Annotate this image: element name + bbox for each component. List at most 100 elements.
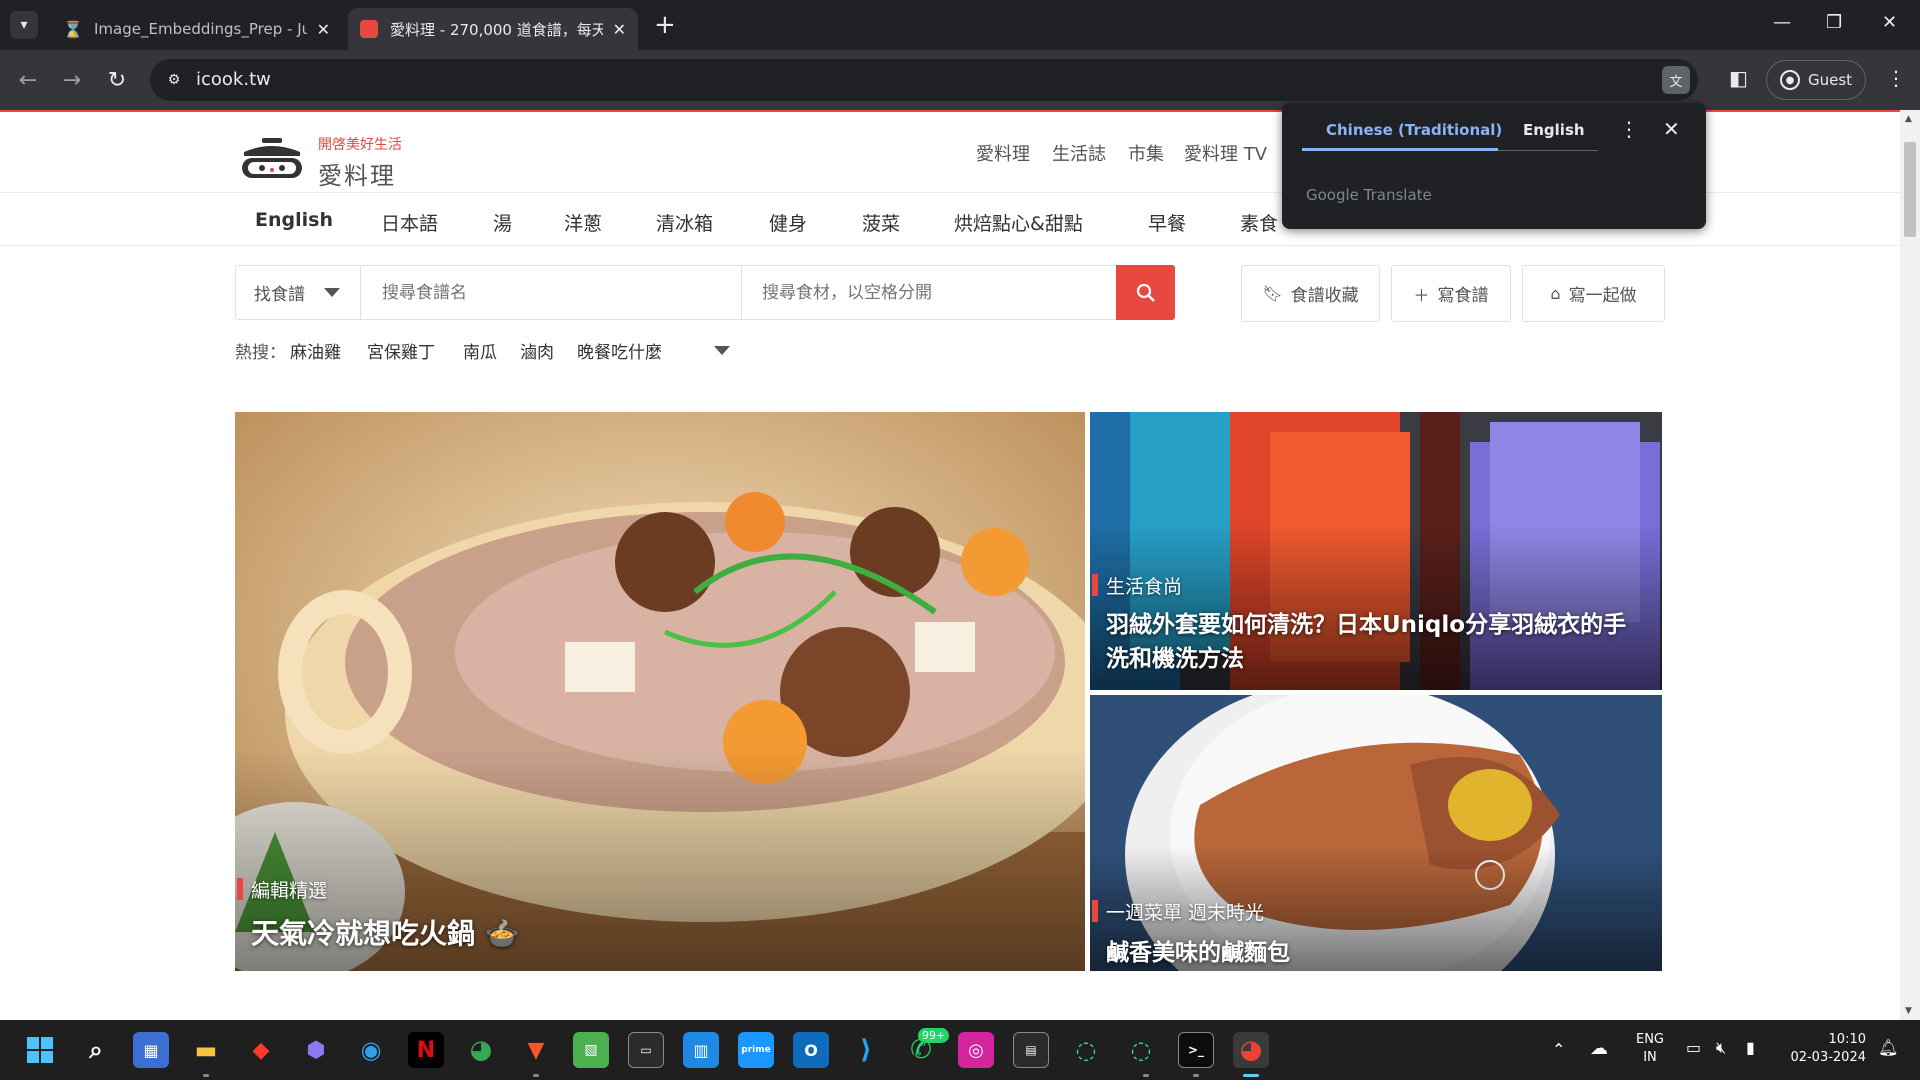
- category-soup[interactable]: 湯: [493, 209, 512, 236]
- file-explorer-icon[interactable]: ▬: [188, 1032, 224, 1068]
- category-spinach[interactable]: 菠菜: [862, 209, 900, 236]
- source-language-tab[interactable]: Chinese (Traditional): [1326, 121, 1502, 139]
- vscode-icon[interactable]: ⟩: [848, 1032, 884, 1068]
- chrome-active-icon[interactable]: ◕: [1233, 1032, 1269, 1068]
- category-vegetarian[interactable]: 素食: [1240, 209, 1278, 236]
- url-text[interactable]: icook.tw: [196, 69, 271, 90]
- calendar-icon[interactable]: ▥: [683, 1032, 719, 1068]
- search-icon[interactable]: ⌕: [78, 1032, 114, 1068]
- tab-divider: [1498, 150, 1598, 151]
- tab-jupyter[interactable]: ⌛ Image_Embeddings_Prep - Jupy ✕: [52, 8, 342, 50]
- feature-category: 編輯精選: [236, 876, 327, 903]
- back-button[interactable]: ←: [12, 64, 44, 96]
- restore-button[interactable]: ❐: [1826, 12, 1842, 33]
- side-panel-icon[interactable]: ◧: [1729, 66, 1748, 90]
- page-scrollbar[interactable]: ▲ ▼: [1900, 110, 1920, 1020]
- running-indicator: [533, 1074, 539, 1077]
- volume-muted-icon[interactable]: 🔇︎: [1716, 1038, 1726, 1058]
- instagram-icon[interactable]: ◎: [958, 1032, 994, 1068]
- chevron-up-icon[interactable]: ⌃: [1552, 1040, 1565, 1059]
- window-icon[interactable]: ▤: [1013, 1032, 1049, 1068]
- new-tab-button[interactable]: +: [654, 12, 676, 38]
- address-bar[interactable]: ⚙ icook.tw 文: [150, 59, 1698, 101]
- loading-app-icon-2[interactable]: ◌: [1123, 1032, 1159, 1068]
- recipe-search-input[interactable]: [362, 266, 742, 319]
- command-prompt-icon[interactable]: >_: [1178, 1032, 1214, 1068]
- reload-button[interactable]: ↻: [101, 64, 133, 96]
- forward-button[interactable]: →: [56, 64, 88, 96]
- outlook-icon[interactable]: O: [793, 1032, 829, 1068]
- topnav-tv[interactable]: 愛料理 TV: [1184, 140, 1267, 166]
- clock[interactable]: 10:10 02-03-2024: [1786, 1031, 1866, 1067]
- translate-icon[interactable]: 文: [1662, 66, 1690, 94]
- topnav-market[interactable]: 市集: [1128, 140, 1164, 166]
- category-breakfast[interactable]: 早餐: [1148, 209, 1186, 236]
- site-logo[interactable]: 開啓美好生活 愛料理: [240, 128, 420, 190]
- brave-icon[interactable]: ▼: [518, 1032, 554, 1068]
- active-indicator: [1243, 1074, 1259, 1077]
- profile-icon: ●: [1779, 70, 1800, 90]
- whatsapp-badge: 99+: [918, 1028, 950, 1043]
- hot-keyword[interactable]: 麻油雞: [290, 338, 341, 363]
- more-options-icon[interactable]: ⋮: [1619, 117, 1639, 141]
- chrome-icon[interactable]: ◕: [463, 1032, 499, 1068]
- prime-video-icon[interactable]: prime: [738, 1032, 774, 1068]
- cloud-icon[interactable]: ☁: [1590, 1038, 1608, 1059]
- feature-card-top-right[interactable]: 生活食尚 羽絨外套要如何清洗？日本Uniqlo分享羽絨衣的手洗和機洗方法: [1090, 412, 1662, 690]
- category-fitness[interactable]: 健身: [769, 209, 807, 236]
- feature-card-main[interactable]: 編輯精選 天氣冷就想吃火鍋 🍲: [235, 412, 1085, 971]
- category-japanese[interactable]: 日本語: [381, 209, 438, 236]
- topnav-magazine[interactable]: 生活誌: [1052, 140, 1106, 166]
- feature-card-bottom-right[interactable]: 一週菜單 週末時光 鹹香美味的鹹麵包: [1090, 695, 1662, 971]
- hot-keyword[interactable]: 晚餐吃什麼: [577, 338, 662, 363]
- feature-headline: 鹹香美味的鹹麵包: [1106, 940, 1290, 966]
- hot-keyword[interactable]: 滷肉: [520, 338, 554, 363]
- scroll-up-icon[interactable]: ▲: [1905, 114, 1912, 124]
- language-indicator[interactable]: ENG IN: [1634, 1031, 1666, 1067]
- browser-menu-icon[interactable]: ⋮: [1886, 66, 1906, 90]
- scrollbar-thumb[interactable]: [1904, 142, 1916, 237]
- running-indicator: [1143, 1074, 1149, 1077]
- cook-together-button[interactable]: ⌂ 寫一起做: [1522, 265, 1665, 322]
- hot-keyword[interactable]: 南瓜: [463, 338, 497, 363]
- start-icon[interactable]: [22, 1032, 58, 1068]
- anydesk-icon[interactable]: ◆: [243, 1032, 279, 1068]
- category-english[interactable]: English: [255, 209, 333, 231]
- category-baking[interactable]: 烘焙點心&甜點: [954, 209, 1083, 236]
- topnav-icook[interactable]: 愛料理: [976, 140, 1030, 166]
- close-tab-icon[interactable]: ✕: [613, 20, 626, 39]
- tab-icook[interactable]: 愛料理 - 270,000 道食譜，每天 ✕: [348, 8, 638, 50]
- hot-search-label: 熱搜：: [235, 343, 286, 363]
- close-window-button[interactable]: ✕: [1882, 12, 1897, 33]
- copilot-icon[interactable]: ⬢: [298, 1032, 334, 1068]
- favorites-button[interactable]: 🔖︎ 食譜收藏: [1241, 265, 1380, 322]
- search-type-select[interactable]: 找食譜: [236, 266, 361, 319]
- scroll-down-icon[interactable]: ▼: [1905, 1006, 1912, 1016]
- notification-bell-icon[interactable]: 🔔︎: [1878, 1038, 1898, 1057]
- minimize-button[interactable]: —: [1773, 12, 1791, 33]
- store-icon[interactable]: ▦: [133, 1032, 169, 1068]
- network-icon[interactable]: ▭: [1686, 1038, 1701, 1057]
- edge-icon[interactable]: ◉: [353, 1032, 389, 1068]
- category-clear-fridge[interactable]: 清冰箱: [656, 209, 713, 236]
- write-recipe-button[interactable]: ＋ 寫食譜: [1391, 265, 1511, 322]
- battery-icon[interactable]: ▮: [1746, 1038, 1755, 1057]
- google-translate-brand: Google Translate: [1306, 186, 1432, 204]
- ingredient-search-input[interactable]: [742, 266, 1114, 319]
- search-button[interactable]: [1116, 265, 1175, 320]
- category-onion[interactable]: 洋蔥: [564, 209, 602, 236]
- terminal-icon[interactable]: ▭: [628, 1032, 664, 1068]
- close-icon[interactable]: ✕: [1663, 117, 1680, 141]
- profile-button[interactable]: ● Guest: [1766, 60, 1866, 100]
- photos-icon[interactable]: ▧: [573, 1032, 609, 1068]
- chevron-down-icon[interactable]: [714, 346, 730, 355]
- netflix-icon[interactable]: N: [408, 1032, 444, 1068]
- site-info-icon[interactable]: ⚙: [160, 66, 188, 94]
- hot-keyword[interactable]: 宮保雞丁: [367, 338, 435, 363]
- close-tab-icon[interactable]: ✕: [317, 20, 330, 39]
- loading-app-icon[interactable]: ◌: [1068, 1032, 1104, 1068]
- tab-search-button[interactable]: ▾: [10, 11, 38, 39]
- feature-category: 生活食尚: [1091, 572, 1182, 599]
- browser-toolbar: ← → ↻ ⚙ icook.tw 文 ◧ ● Guest ⋮: [0, 50, 1920, 110]
- target-language-tab[interactable]: English: [1523, 121, 1585, 139]
